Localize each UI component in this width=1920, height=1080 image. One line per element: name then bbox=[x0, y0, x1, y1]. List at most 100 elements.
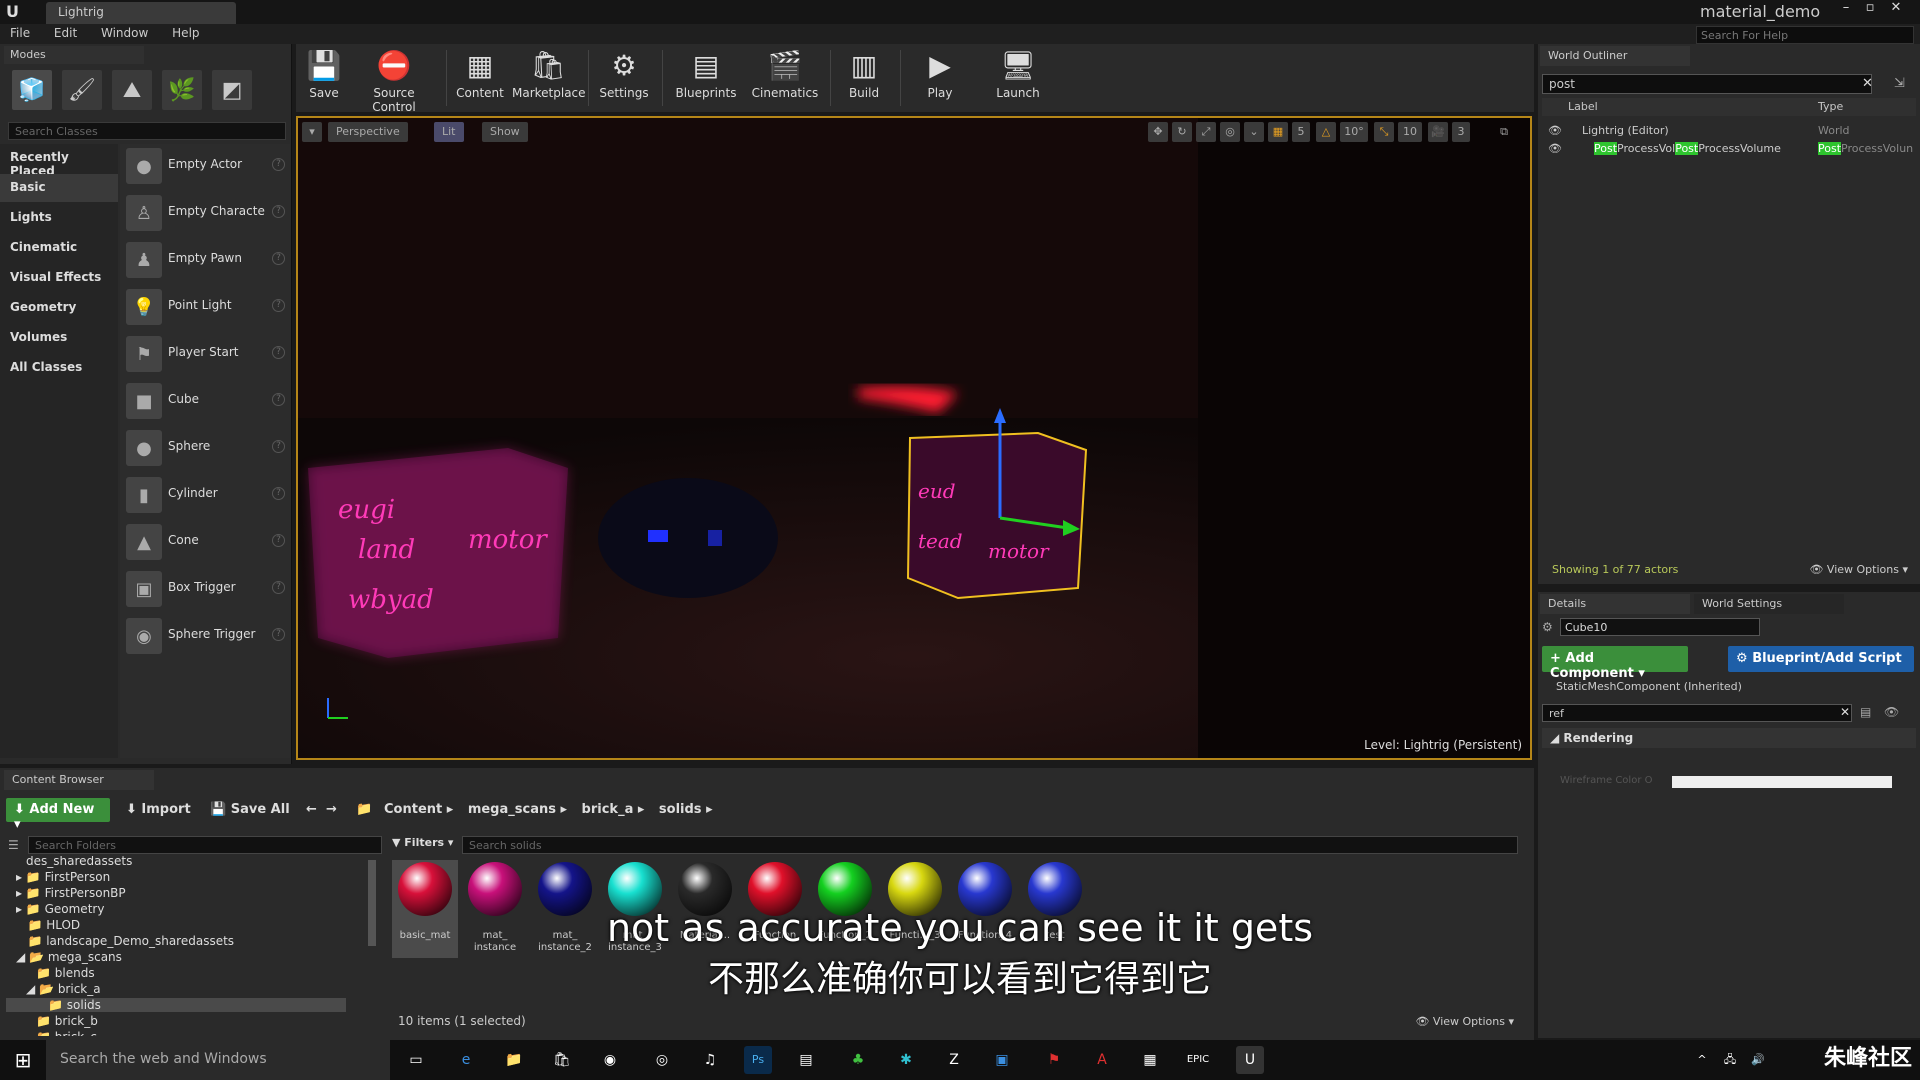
help-icon[interactable]: ? bbox=[272, 393, 285, 406]
save-all-button[interactable]: 💾 Save All bbox=[210, 802, 290, 817]
rotate-icon[interactable]: ↻ bbox=[1172, 122, 1192, 142]
cinematics-button[interactable]: 🎬 Cinematics bbox=[748, 48, 822, 108]
epic-launcher-icon[interactable]: EPIC bbox=[1184, 1046, 1212, 1074]
outliner-search-input[interactable]: post bbox=[1542, 74, 1872, 94]
menu-file[interactable]: File bbox=[0, 24, 40, 42]
category-basic[interactable]: Basic bbox=[0, 174, 118, 202]
menu-window[interactable]: Window bbox=[91, 24, 158, 42]
marketplace-button[interactable]: 🛍 Marketplace bbox=[512, 48, 586, 108]
menu-edit[interactable]: Edit bbox=[44, 24, 87, 42]
list-item[interactable]: ▮ Cylinder? bbox=[120, 473, 288, 517]
help-icon[interactable]: ? bbox=[272, 158, 285, 171]
rendering-section-header[interactable]: ◢ Rendering bbox=[1542, 728, 1916, 748]
help-icon[interactable]: ? bbox=[272, 534, 285, 547]
app-icon[interactable]: ♣ bbox=[844, 1046, 872, 1074]
help-icon[interactable]: ? bbox=[272, 346, 285, 359]
paint-mode-icon[interactable]: 🖌 bbox=[62, 70, 102, 110]
app-blue-icon[interactable]: ▣ bbox=[988, 1046, 1016, 1074]
launch-button[interactable]: 🖥 Launch bbox=[986, 48, 1050, 108]
forward-icon[interactable]: → bbox=[326, 802, 337, 817]
category-visual-effects[interactable]: Visual Effects bbox=[0, 264, 118, 292]
folder-item[interactable]: des_sharedassets bbox=[26, 856, 132, 868]
chrome-icon[interactable]: ◎ bbox=[648, 1046, 676, 1074]
edge-icon[interactable]: e bbox=[452, 1046, 480, 1074]
play-button[interactable]: ▶ Play bbox=[912, 48, 968, 108]
details-search-input[interactable]: ref bbox=[1542, 704, 1852, 722]
scale-snap-icon[interactable]: ⤡ bbox=[1374, 122, 1394, 142]
table-row[interactable]: 👁 PostProcessVolPostProcessVolume PostPr… bbox=[1542, 140, 1916, 158]
tray-chevron-icon[interactable]: ^ bbox=[1688, 1046, 1716, 1074]
add-filter-icon[interactable]: ⇲ bbox=[1894, 76, 1905, 91]
grid-snap-value[interactable]: 5 bbox=[1292, 122, 1310, 142]
settings-button[interactable]: ⚙ Settings bbox=[594, 48, 654, 108]
eye-icon[interactable]: 👁 bbox=[1884, 705, 1899, 719]
camera-speed-icon[interactable]: 🎥 bbox=[1428, 122, 1448, 142]
list-item[interactable]: 💡 Point Light? bbox=[120, 285, 288, 329]
selected-cube[interactable] bbox=[908, 433, 1086, 598]
filters-button[interactable]: ▼ Filters ▾ bbox=[392, 836, 453, 854]
category-all-classes[interactable]: All Classes bbox=[0, 354, 118, 382]
folder-item[interactable]: ▸ 📁 FirstPerson bbox=[16, 870, 110, 884]
table-row[interactable]: 👁 Lightrig (Editor) World bbox=[1542, 122, 1916, 140]
help-icon[interactable]: ? bbox=[272, 440, 285, 453]
folder-search-input[interactable]: Search Folders bbox=[28, 836, 382, 854]
help-search-input[interactable]: Search For Help bbox=[1696, 26, 1914, 44]
list-item[interactable]: ▲ Cone? bbox=[120, 520, 288, 564]
perspective-button[interactable]: Perspective bbox=[328, 122, 408, 142]
task-view-icon[interactable]: ▭ bbox=[402, 1046, 430, 1074]
blueprint-add-script-button[interactable]: ⚙ Blueprint/Add Script bbox=[1728, 646, 1914, 672]
list-item[interactable]: ♙ Empty Characte? bbox=[120, 191, 288, 235]
world-outliner-tab[interactable]: World Outliner bbox=[1540, 46, 1690, 66]
viewport-menu-icon[interactable]: ▾ bbox=[302, 122, 322, 142]
surface-snap-icon[interactable]: ⌄ bbox=[1244, 122, 1264, 142]
blueprints-button[interactable]: ▤ Blueprints bbox=[670, 48, 742, 108]
outliner-view-options[interactable]: 👁 View Options ▾ bbox=[1809, 563, 1908, 576]
back-icon[interactable]: ← bbox=[306, 802, 317, 817]
tab-world-settings[interactable]: World Settings bbox=[1694, 594, 1844, 614]
help-icon[interactable]: ? bbox=[272, 252, 285, 265]
app-window-icon[interactable]: ▤ bbox=[792, 1046, 820, 1074]
property-matrix-icon[interactable]: ▤ bbox=[1860, 705, 1871, 719]
help-icon[interactable]: ? bbox=[272, 487, 285, 500]
help-icon[interactable]: ? bbox=[272, 205, 285, 218]
help-icon[interactable]: ? bbox=[272, 299, 285, 312]
add-component-button[interactable]: + Add Component ▾ bbox=[1542, 646, 1688, 681]
list-item[interactable]: ▣ Box Trigger? bbox=[120, 567, 288, 611]
acrobat-icon[interactable]: ⚑ bbox=[1040, 1046, 1068, 1074]
asset-search-input[interactable]: Search solids bbox=[462, 836, 1518, 854]
maximize-icon[interactable]: ▫ bbox=[1858, 0, 1882, 18]
help-icon[interactable]: ? bbox=[272, 628, 285, 641]
sources-panel-icon[interactable]: ☰ bbox=[8, 838, 19, 852]
tab-details[interactable]: Details bbox=[1540, 594, 1690, 614]
translate-icon[interactable]: ✥ bbox=[1148, 122, 1168, 142]
adobe-icon[interactable]: A bbox=[1088, 1046, 1116, 1074]
category-volumes[interactable]: Volumes bbox=[0, 324, 118, 352]
breadcrumb-item[interactable]: mega_scans bbox=[468, 802, 556, 817]
menu-help[interactable]: Help bbox=[162, 24, 209, 42]
minimize-icon[interactable]: – bbox=[1834, 0, 1858, 18]
volume-icon[interactable]: 🔊 bbox=[1744, 1046, 1772, 1074]
settings-app-icon[interactable]: ✱ bbox=[892, 1046, 920, 1074]
rotation-snap-value[interactable]: 10° bbox=[1340, 122, 1368, 142]
clear-search-icon[interactable]: ✕ bbox=[1840, 705, 1850, 719]
category-lights[interactable]: Lights bbox=[0, 204, 118, 232]
content-browser-tab[interactable]: Content Browser bbox=[4, 770, 154, 790]
landscape-mode-icon[interactable]: ⛰ bbox=[112, 70, 152, 110]
rotation-snap-icon[interactable]: △ bbox=[1316, 122, 1336, 142]
category-geometry[interactable]: Geometry bbox=[0, 294, 118, 322]
taskbar-search-input[interactable]: Search the web and Windows bbox=[46, 1040, 390, 1080]
close-icon[interactable]: ✕ bbox=[1884, 0, 1908, 18]
content-button[interactable]: ▦ Content bbox=[452, 48, 508, 108]
eye-icon[interactable]: 👁 bbox=[1548, 142, 1562, 155]
photoshop-icon[interactable]: Ps bbox=[744, 1046, 772, 1074]
maximize-viewport-icon[interactable]: ⧉ bbox=[1494, 122, 1514, 142]
breadcrumb-item[interactable]: Content bbox=[384, 802, 442, 817]
content-view-options[interactable]: 👁 View Options ▾ bbox=[1415, 1015, 1514, 1028]
notepad-icon[interactable]: ▦ bbox=[1136, 1046, 1164, 1074]
eye-icon[interactable]: 👁 bbox=[1548, 124, 1562, 137]
list-item[interactable]: ■ Cube? bbox=[120, 379, 288, 423]
list-item[interactable]: ◉ Sphere Trigger? bbox=[120, 614, 288, 658]
nvidia-icon[interactable]: ◉ bbox=[596, 1046, 624, 1074]
folder-item[interactable]: 📁 brick_c bbox=[36, 1030, 97, 1036]
place-mode-icon[interactable]: 🧊 bbox=[12, 70, 52, 110]
